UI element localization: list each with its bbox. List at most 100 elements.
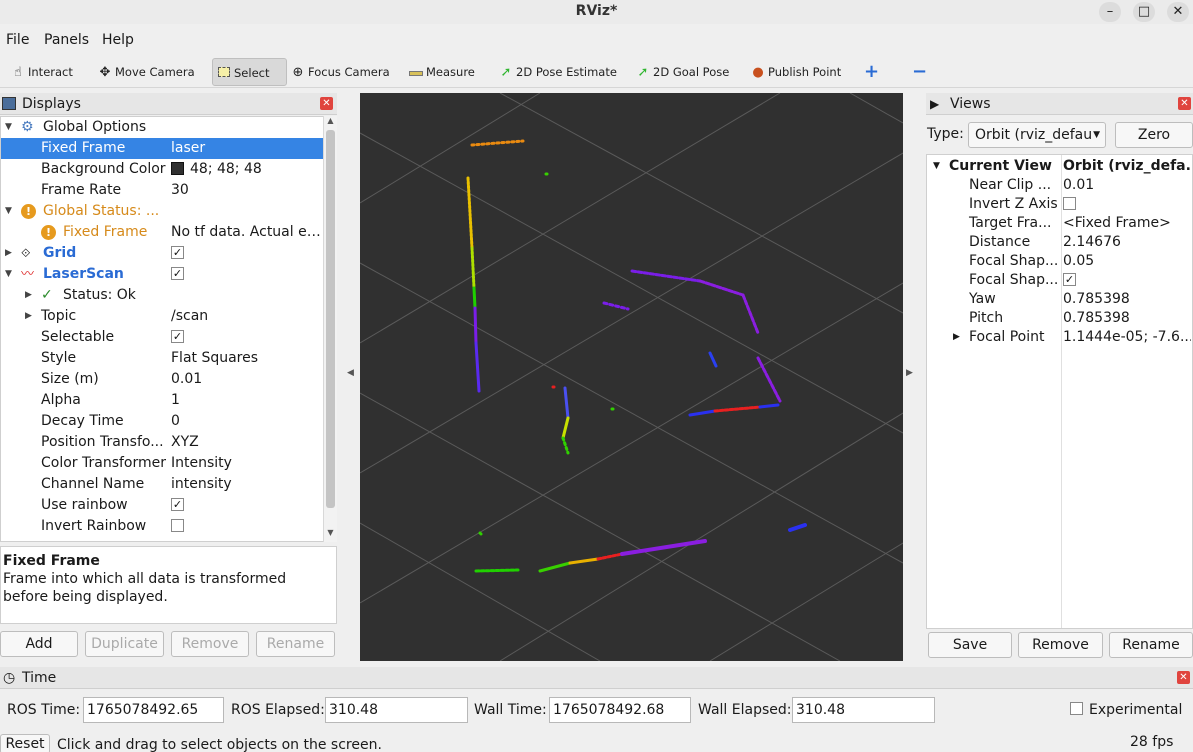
scrollbar-thumb[interactable] — [326, 130, 335, 508]
save-view-button[interactable]: Save — [928, 632, 1012, 658]
collapsed-arrow-icon[interactable]: ▶ — [25, 306, 32, 327]
tree-row-style[interactable]: Style Flat Squares — [1, 348, 323, 369]
grid-enabled-checkbox[interactable]: ✓ — [171, 245, 184, 259]
expanded-arrow-icon[interactable]: ▼ — [5, 201, 12, 222]
render-viewport[interactable] — [360, 93, 903, 661]
ros-time-field[interactable]: 1765078492.65 — [83, 697, 224, 723]
collapsed-arrow-icon[interactable]: ▶ — [953, 328, 960, 347]
tree-row-use-rainbow[interactable]: Use rainbow ✓ — [1, 495, 323, 516]
wall-time-field[interactable]: 1765078492.68 — [549, 697, 691, 723]
tree-row-global-status[interactable]: ▼ ! Global Status: ... — [1, 201, 323, 222]
tree-row-grid[interactable]: ▶ ⟐ Grid ✓ — [1, 243, 323, 264]
duplicate-display-button[interactable]: Duplicate — [85, 631, 164, 657]
near-clip-value[interactable]: 0.01 — [1063, 176, 1094, 195]
add-display-button[interactable]: Add — [0, 631, 78, 657]
position-transformer-value[interactable]: XYZ — [171, 432, 323, 453]
decay-time-value[interactable]: 0 — [171, 411, 323, 432]
scroll-down-icon[interactable]: ▼ — [324, 528, 337, 540]
ros-elapsed-field[interactable]: 310.48 — [325, 697, 468, 723]
view-prop-row[interactable]: ▶ Focal Point 1.1444e-05; -7.6... — [927, 328, 1192, 347]
reset-button[interactable]: Reset — [0, 734, 50, 752]
view-type-select[interactable]: Orbit (rviz_defau ▼ — [968, 122, 1106, 148]
rename-view-button[interactable]: Rename — [1109, 632, 1193, 658]
interact-tool[interactable]: ☝ Interact — [10, 58, 73, 86]
goal-pose-tool[interactable]: ➚ 2D Goal Pose — [635, 58, 730, 86]
view-prop-row[interactable]: Focal Shap... ✓ — [927, 271, 1192, 290]
close-panel-icon[interactable]: ✕ — [1177, 671, 1190, 684]
use-rainbow-checkbox[interactable]: ✓ — [171, 497, 184, 511]
fixed-frame-value[interactable]: laser — [171, 138, 323, 159]
collapse-right-icon[interactable]: ▶ — [906, 368, 913, 378]
move-camera-tool[interactable]: ✥ Move Camera — [97, 58, 195, 86]
tree-row-selectable[interactable]: Selectable ✓ — [1, 327, 323, 348]
alpha-value[interactable]: 1 — [171, 390, 323, 411]
focus-camera-tool[interactable]: ⊕ Focus Camera — [290, 58, 390, 86]
rename-display-button[interactable]: Rename — [256, 631, 335, 657]
close-panel-icon[interactable]: ✕ — [1178, 97, 1191, 110]
focal-point-value[interactable]: 1.1444e-05; -7.6... — [1063, 328, 1191, 347]
select-tool[interactable]: Select — [212, 58, 287, 86]
experimental-checkbox[interactable] — [1070, 702, 1083, 715]
background-color-value[interactable]: 48; 48; 48 — [171, 159, 323, 180]
view-prop-row[interactable]: Distance 2.14676 — [927, 233, 1192, 252]
menu-file[interactable]: File — [6, 32, 29, 48]
collapsed-arrow-icon[interactable]: ▶ — [5, 243, 12, 264]
remove-view-button[interactable]: Remove — [1018, 632, 1103, 658]
close-window-button[interactable]: ✕ — [1167, 2, 1189, 22]
expanded-arrow-icon[interactable]: ▼ — [5, 264, 12, 285]
tree-row-laserscan[interactable]: ▼ 〰 LaserScan ✓ — [1, 264, 323, 285]
remove-display-button[interactable]: Remove — [171, 631, 249, 657]
view-prop-row[interactable]: Invert Z Axis — [927, 195, 1192, 214]
pose-estimate-tool[interactable]: ➚ 2D Pose Estimate — [498, 58, 617, 86]
collapsed-arrow-icon[interactable]: ▶ — [25, 285, 32, 306]
yaw-value[interactable]: 0.785398 — [1063, 290, 1130, 309]
wall-elapsed-field[interactable]: 310.48 — [792, 697, 935, 723]
view-prop-row[interactable]: Yaw 0.785398 — [927, 290, 1192, 309]
view-prop-row[interactable]: Target Fra... <Fixed Frame> — [927, 214, 1192, 233]
topic-value[interactable]: /scan — [171, 306, 323, 327]
target-frame-value[interactable]: <Fixed Frame> — [1063, 214, 1171, 233]
close-panel-icon[interactable]: ✕ — [320, 97, 333, 110]
tree-row-color-transformer[interactable]: Color Transformer Intensity — [1, 453, 323, 474]
selectable-checkbox[interactable]: ✓ — [171, 329, 184, 343]
tree-row-background-color[interactable]: Background Color 48; 48; 48 — [1, 159, 323, 180]
current-view-row[interactable]: ▼ Current View Orbit (rviz_defa... — [927, 157, 1192, 176]
measure-tool[interactable]: Measure — [408, 58, 475, 86]
invert-rainbow-checkbox[interactable] — [171, 518, 184, 532]
collapse-left-icon[interactable]: ◀ — [347, 368, 354, 378]
scroll-up-icon[interactable]: ▲ — [324, 116, 337, 128]
tree-row-decay-time[interactable]: Decay Time 0 — [1, 411, 323, 432]
minimize-button[interactable]: – — [1099, 2, 1121, 22]
add-tool-button[interactable]: + — [864, 58, 879, 86]
laserscan-enabled-checkbox[interactable]: ✓ — [171, 266, 184, 280]
tree-row-topic[interactable]: ▶ Topic /scan — [1, 306, 323, 327]
invert-z-checkbox[interactable] — [1063, 196, 1076, 210]
tree-row-status-ok[interactable]: ▶ ✓ Status: Ok — [1, 285, 323, 306]
zero-view-button[interactable]: Zero — [1115, 122, 1193, 148]
menu-help[interactable]: Help — [102, 32, 134, 48]
tree-row-fixed-frame[interactable]: Fixed Frame laser — [1, 138, 323, 159]
size-value[interactable]: 0.01 — [171, 369, 323, 390]
style-value[interactable]: Flat Squares — [171, 348, 323, 369]
tree-row-size[interactable]: Size (m) 0.01 — [1, 369, 323, 390]
tree-row-channel-name[interactable]: Channel Name intensity — [1, 474, 323, 495]
color-transformer-value[interactable]: Intensity — [171, 453, 323, 474]
publish-point-tool[interactable]: ● Publish Point — [750, 58, 841, 86]
displays-scrollbar[interactable]: ▲ ▼ — [323, 116, 337, 542]
tree-row-global-options[interactable]: ▼ ⚙ Global Options — [1, 117, 323, 138]
view-prop-row[interactable]: Near Clip ... 0.01 — [927, 176, 1192, 195]
frame-rate-value[interactable]: 30 — [171, 180, 323, 201]
expanded-arrow-icon[interactable]: ▼ — [5, 117, 12, 138]
pitch-value[interactable]: 0.785398 — [1063, 309, 1130, 328]
maximize-button[interactable]: □ — [1133, 2, 1155, 22]
view-prop-row[interactable]: Pitch 0.785398 — [927, 309, 1192, 328]
tree-row-frame-rate[interactable]: Frame Rate 30 — [1, 180, 323, 201]
tree-row-status-fixed-frame[interactable]: ! Fixed Frame No tf data. Actual error: … — [1, 222, 323, 243]
tree-row-invert-rainbow[interactable]: Invert Rainbow — [1, 516, 323, 537]
tree-row-alpha[interactable]: Alpha 1 — [1, 390, 323, 411]
tree-row-position-transformer[interactable]: Position Transfo... XYZ — [1, 432, 323, 453]
view-prop-row[interactable]: Focal Shap... 0.05 — [927, 252, 1192, 271]
distance-value[interactable]: 2.14676 — [1063, 233, 1121, 252]
menu-panels[interactable]: Panels — [44, 32, 89, 48]
focal-shape-fixed-checkbox[interactable]: ✓ — [1063, 272, 1076, 286]
